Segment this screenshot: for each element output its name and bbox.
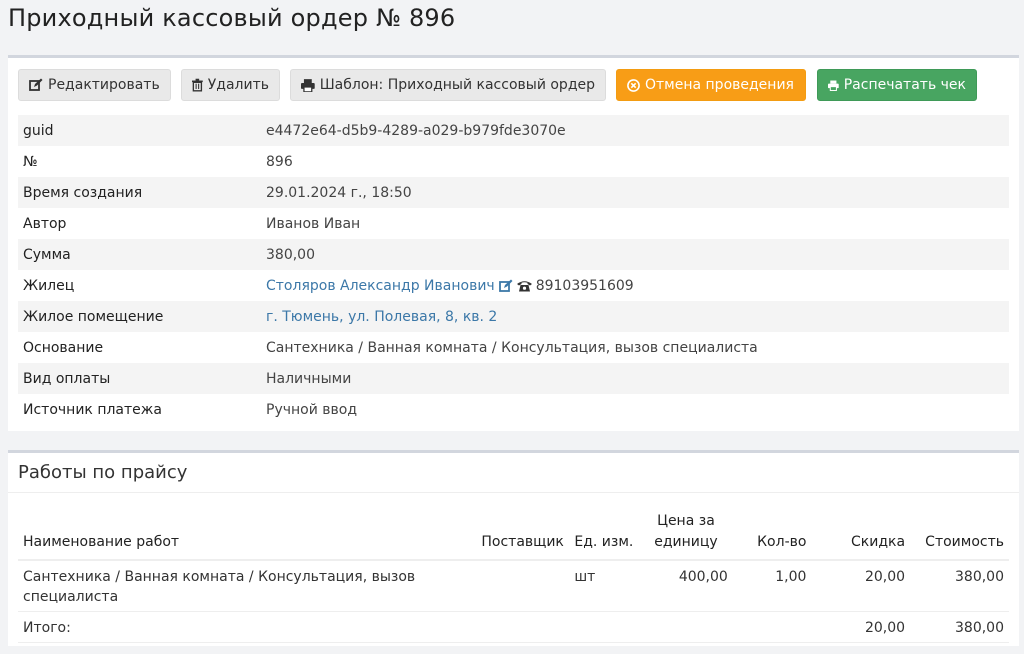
- col-header-cost: Стоимость: [925, 534, 1004, 550]
- page-title: Приходный кассовый ордер № 896: [8, 4, 456, 32]
- detail-label: guid: [23, 122, 54, 139]
- template-button[interactable]: Шаблон: Приходный кассовый ордер: [290, 69, 606, 101]
- detail-row-author: Автор Иванов Иван: [18, 208, 1009, 239]
- col-header-name: Наименование работ: [23, 534, 180, 550]
- detail-value: 896: [266, 153, 293, 170]
- detail-label: №: [23, 153, 38, 170]
- detail-label: Основание: [23, 339, 104, 356]
- phone-icon: [516, 280, 532, 291]
- table-total-row: Итого: 20,00 380,00: [18, 612, 1009, 643]
- edit-icon: [29, 78, 43, 91]
- template-button-label: Шаблон: Приходный кассовый ордер: [319, 77, 595, 93]
- detail-label: Источник платежа: [23, 401, 162, 418]
- detail-label: Сумма: [23, 246, 71, 263]
- edit-button-label: Редактировать: [48, 77, 160, 93]
- table-header-row: Наименование работ Поставщик Ед. изм. Це…: [18, 511, 1009, 560]
- detail-row-created: Время создания 29.01.2024 г., 18:50: [18, 177, 1009, 208]
- detail-value: Ручной ввод: [266, 401, 358, 418]
- detail-label: Вид оплаты: [23, 370, 111, 387]
- cancel-posting-button[interactable]: Отмена проведения: [616, 69, 806, 101]
- detail-row-basis: Основание Сантехника / Ванная комната / …: [18, 332, 1009, 363]
- tenant-link[interactable]: Столяров Александр Иванович: [266, 278, 495, 294]
- details-table: guid e4472e64-d5b9-4289-a029-b979fde3070…: [18, 115, 1009, 425]
- cancel-posting-button-label: Отмена проведения: [645, 77, 794, 93]
- works-title: Работы по прайсу: [18, 462, 188, 483]
- cell-name: Сантехника / Ванная комната / Консультац…: [23, 569, 416, 605]
- cell-discount: 20,00: [864, 569, 906, 585]
- detail-row-source: Источник платежа Ручной ввод: [18, 394, 1009, 425]
- edit-button[interactable]: Редактировать: [18, 69, 171, 101]
- detail-row-premises: Жилое помещение г. Тюмень, ул. Полевая, …: [18, 301, 1009, 332]
- detail-value: 29.01.2024 г., 18:50: [266, 184, 412, 201]
- total-label: Итого:: [23, 620, 71, 636]
- detail-row-sum: Сумма 380,00: [18, 239, 1009, 270]
- detail-label: Жилое помещение: [23, 308, 164, 325]
- print-receipt-button[interactable]: Распечатать чек: [817, 69, 977, 101]
- trash-icon: [192, 78, 203, 92]
- cell-supplier: [476, 560, 569, 612]
- col-header-price-line1: Цена за: [657, 513, 715, 529]
- col-header-supplier: Поставщик: [481, 534, 564, 550]
- print-icon: [301, 78, 315, 92]
- col-header-price-line2: единицу: [654, 534, 718, 550]
- col-header-qty: Кол-во: [757, 534, 807, 550]
- detail-row-number: № 896: [18, 146, 1009, 177]
- detail-row-guid: guid e4472e64-d5b9-4289-a029-b979fde3070…: [18, 115, 1009, 146]
- detail-value: г. Тюмень, ул. Полевая, 8, кв. 2: [266, 309, 497, 325]
- detail-value: 380,00: [266, 246, 315, 263]
- tenant-phone: 89103951609: [535, 277, 634, 294]
- detail-row-payment-type: Вид оплаты Наличными: [18, 363, 1009, 394]
- order-card: Редактировать Удалить Шаблон: Приходный …: [8, 55, 1019, 431]
- works-card-header: Работы по прайсу: [8, 453, 1019, 493]
- works-table: Наименование работ Поставщик Ед. изм. Це…: [18, 511, 1009, 643]
- detail-value: Сантехника / Ванная комната / Консультац…: [266, 339, 758, 356]
- edit-icon[interactable]: [498, 279, 513, 293]
- premises-link[interactable]: г. Тюмень, ул. Полевая, 8, кв. 2: [266, 309, 497, 325]
- cancel-circle-icon: [627, 78, 640, 92]
- cell-cost: 380,00: [955, 569, 1004, 585]
- cell-unit: шт: [574, 569, 596, 585]
- cell-price: 400,00: [678, 569, 728, 585]
- print-receipt-button-label: Распечатать чек: [843, 77, 966, 93]
- total-discount: 20,00: [864, 620, 906, 636]
- detail-value: Столяров Александр Иванович 89103951609: [266, 278, 634, 294]
- delete-button-label: Удалить: [207, 77, 269, 93]
- detail-label: Автор: [23, 215, 67, 232]
- delete-button[interactable]: Удалить: [181, 69, 280, 101]
- works-card: Работы по прайсу Наименование работ Пост…: [8, 450, 1019, 646]
- detail-value: Наличными: [266, 370, 352, 387]
- cell-qty: 1,00: [775, 569, 807, 585]
- detail-label: Жилец: [23, 277, 75, 294]
- detail-value: Иванов Иван: [266, 215, 361, 232]
- col-header-price: Цена за единицу: [639, 511, 733, 560]
- detail-row-tenant: Жилец Столяров Александр Иванович 891039…: [18, 270, 1009, 301]
- detail-label: Время создания: [23, 184, 143, 201]
- col-header-unit: Ед. изм.: [574, 534, 634, 550]
- table-row: Сантехника / Ванная комната / Консультац…: [18, 560, 1009, 612]
- col-header-discount: Скидка: [851, 534, 906, 550]
- print-icon: [828, 80, 839, 91]
- detail-value: e4472e64-d5b9-4289-a029-b979fde3070e: [266, 122, 566, 139]
- total-cost: 380,00: [955, 620, 1004, 636]
